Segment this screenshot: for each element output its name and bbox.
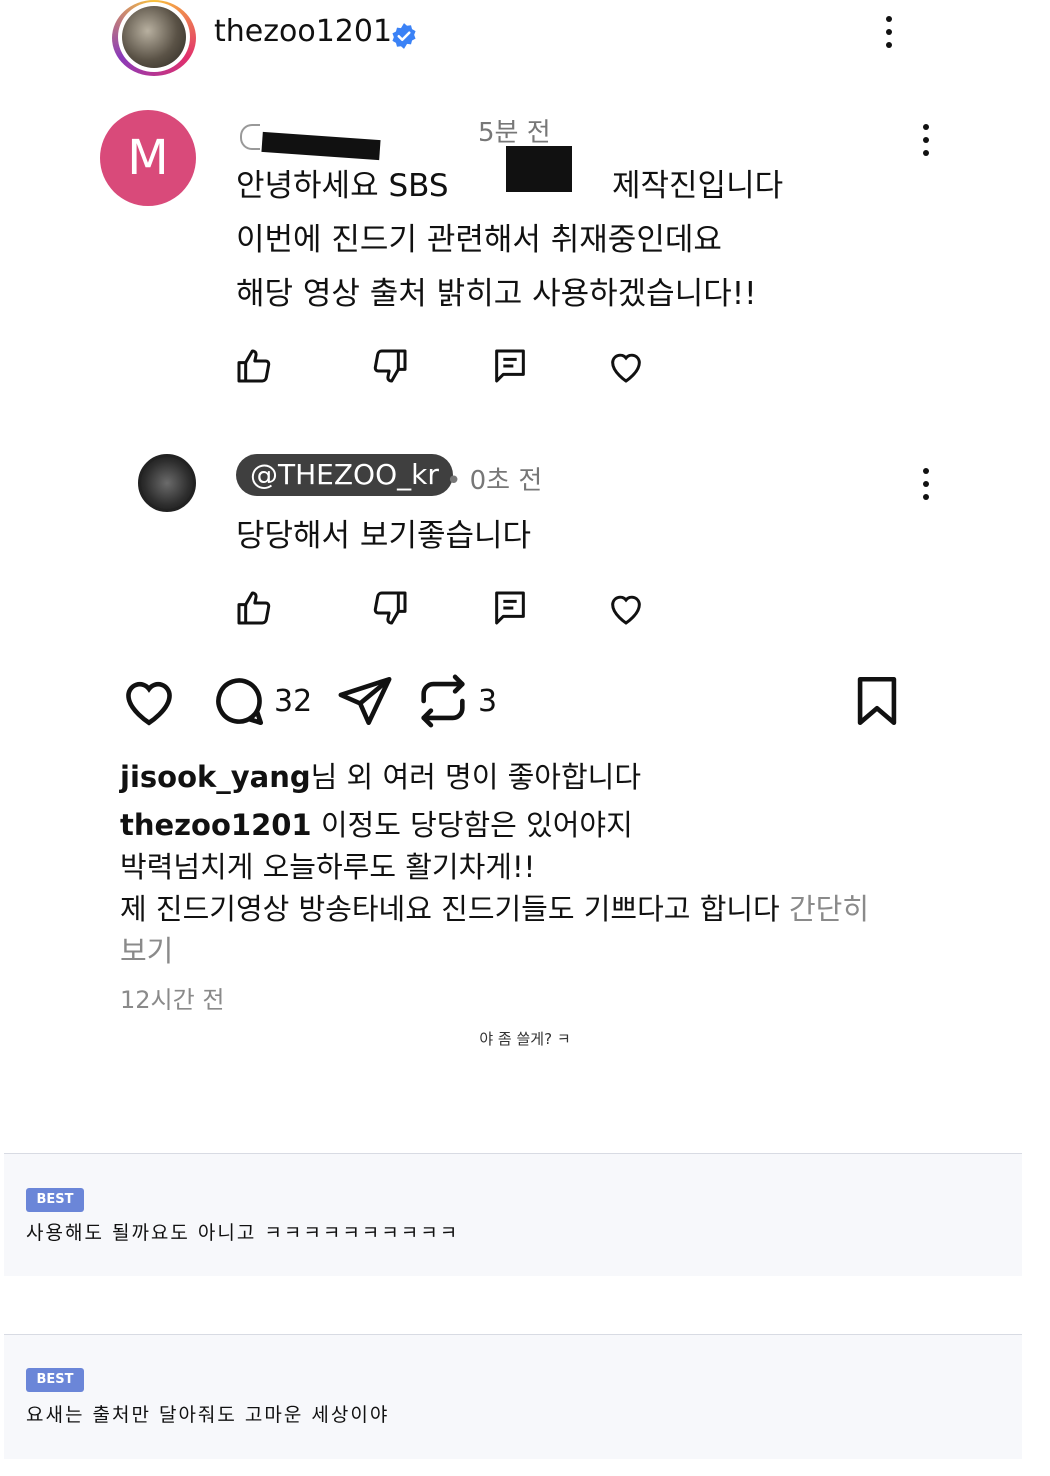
caption-text-3: 제 진드기영상 방송타네요 진드기들도 기쁘다고 합니다 — [120, 892, 780, 926]
heart-icon[interactable] — [606, 346, 646, 386]
reply-text: 당당해서 보기좋습니다 — [236, 518, 532, 554]
caption-line-2: 박력넘치게 오늘하루도 활기차게!! — [120, 850, 536, 884]
caption-author[interactable]: thezoo1201 — [120, 808, 312, 842]
reply-time: • 0초 전 — [446, 466, 543, 496]
reply-author-avatar[interactable] — [138, 454, 196, 512]
verified-badge-icon — [392, 23, 416, 49]
reply-author-handle[interactable]: @THEZOO_kr — [236, 454, 453, 496]
best-badge: BEST — [26, 1368, 84, 1392]
caption-more-link[interactable]: 간단히 — [780, 892, 869, 926]
commenter-avatar[interactable]: M — [100, 110, 196, 206]
thumbs-down-icon[interactable] — [370, 346, 410, 386]
post-username[interactable]: thezoo1201 — [214, 14, 392, 49]
comment-line-2: 이번에 진드기 관련해서 취재중인데요 — [236, 222, 722, 258]
caption-text-1: 이정도 당당함은 있어야지 — [311, 808, 633, 842]
comment-line-1b: 제작진입니다 — [612, 168, 784, 204]
like-heart-icon[interactable] — [120, 672, 178, 730]
reply-icon[interactable] — [490, 588, 530, 628]
best-comment-text: 사용해도 될까요도 아니고 ㅋㅋㅋㅋㅋㅋㅋㅋㅋㅋ — [26, 1222, 460, 1244]
likes-suffix: 님 외 여러 명이 좋아합니다 — [310, 760, 642, 794]
comment-more-options-icon[interactable] — [921, 124, 931, 156]
redacted-name-start — [240, 124, 260, 150]
comment-line-1: 안녕하세요 SBS — [236, 168, 449, 204]
reply-icon[interactable] — [490, 346, 530, 386]
comment-count: 32 — [274, 684, 313, 719]
thumbs-up-icon[interactable] — [234, 346, 274, 386]
profile-avatar[interactable] — [112, 0, 196, 76]
caption-more-link-2[interactable]: 보기 — [120, 928, 173, 970]
best-badge: BEST — [26, 1188, 84, 1212]
uploader-note: 야 좀 쓸게? ㅋ — [479, 1030, 571, 1048]
heart-icon[interactable] — [606, 588, 646, 628]
thumbs-up-icon[interactable] — [234, 588, 274, 628]
share-send-icon[interactable] — [336, 672, 394, 730]
redaction-mark — [506, 146, 572, 192]
post-timestamp: 12시간 전 — [120, 986, 225, 1014]
comment-time: 5분 전 — [478, 118, 551, 148]
comment-line-3: 해당 영상 출처 밝히고 사용하겠습니다!! — [236, 276, 757, 312]
bookmark-icon[interactable] — [848, 672, 906, 730]
best-comment-1 — [4, 1153, 1022, 1276]
comment-bubble-icon[interactable] — [210, 672, 268, 730]
repost-icon[interactable] — [414, 672, 472, 730]
reply-more-options-icon[interactable] — [921, 468, 931, 500]
best-comment-2 — [4, 1334, 1022, 1459]
post-more-options-icon[interactable] — [884, 16, 894, 48]
best-comment-text: 요새는 출처만 달아줘도 고마운 세상이야 — [26, 1404, 390, 1426]
thumbs-down-icon[interactable] — [370, 588, 410, 628]
likes-summary[interactable]: jisook_yang님 외 여러 명이 좋아합니다 — [120, 754, 641, 796]
repost-count: 3 — [478, 684, 498, 719]
likes-user[interactable]: jisook_yang — [120, 760, 311, 794]
caption-line-1: thezoo1201 이정도 당당함은 있어야지 — [120, 802, 633, 844]
caption-line-3: 제 진드기영상 방송타네요 진드기들도 기쁘다고 합니다 간단히 — [120, 886, 869, 928]
redaction-mark — [261, 131, 381, 161]
